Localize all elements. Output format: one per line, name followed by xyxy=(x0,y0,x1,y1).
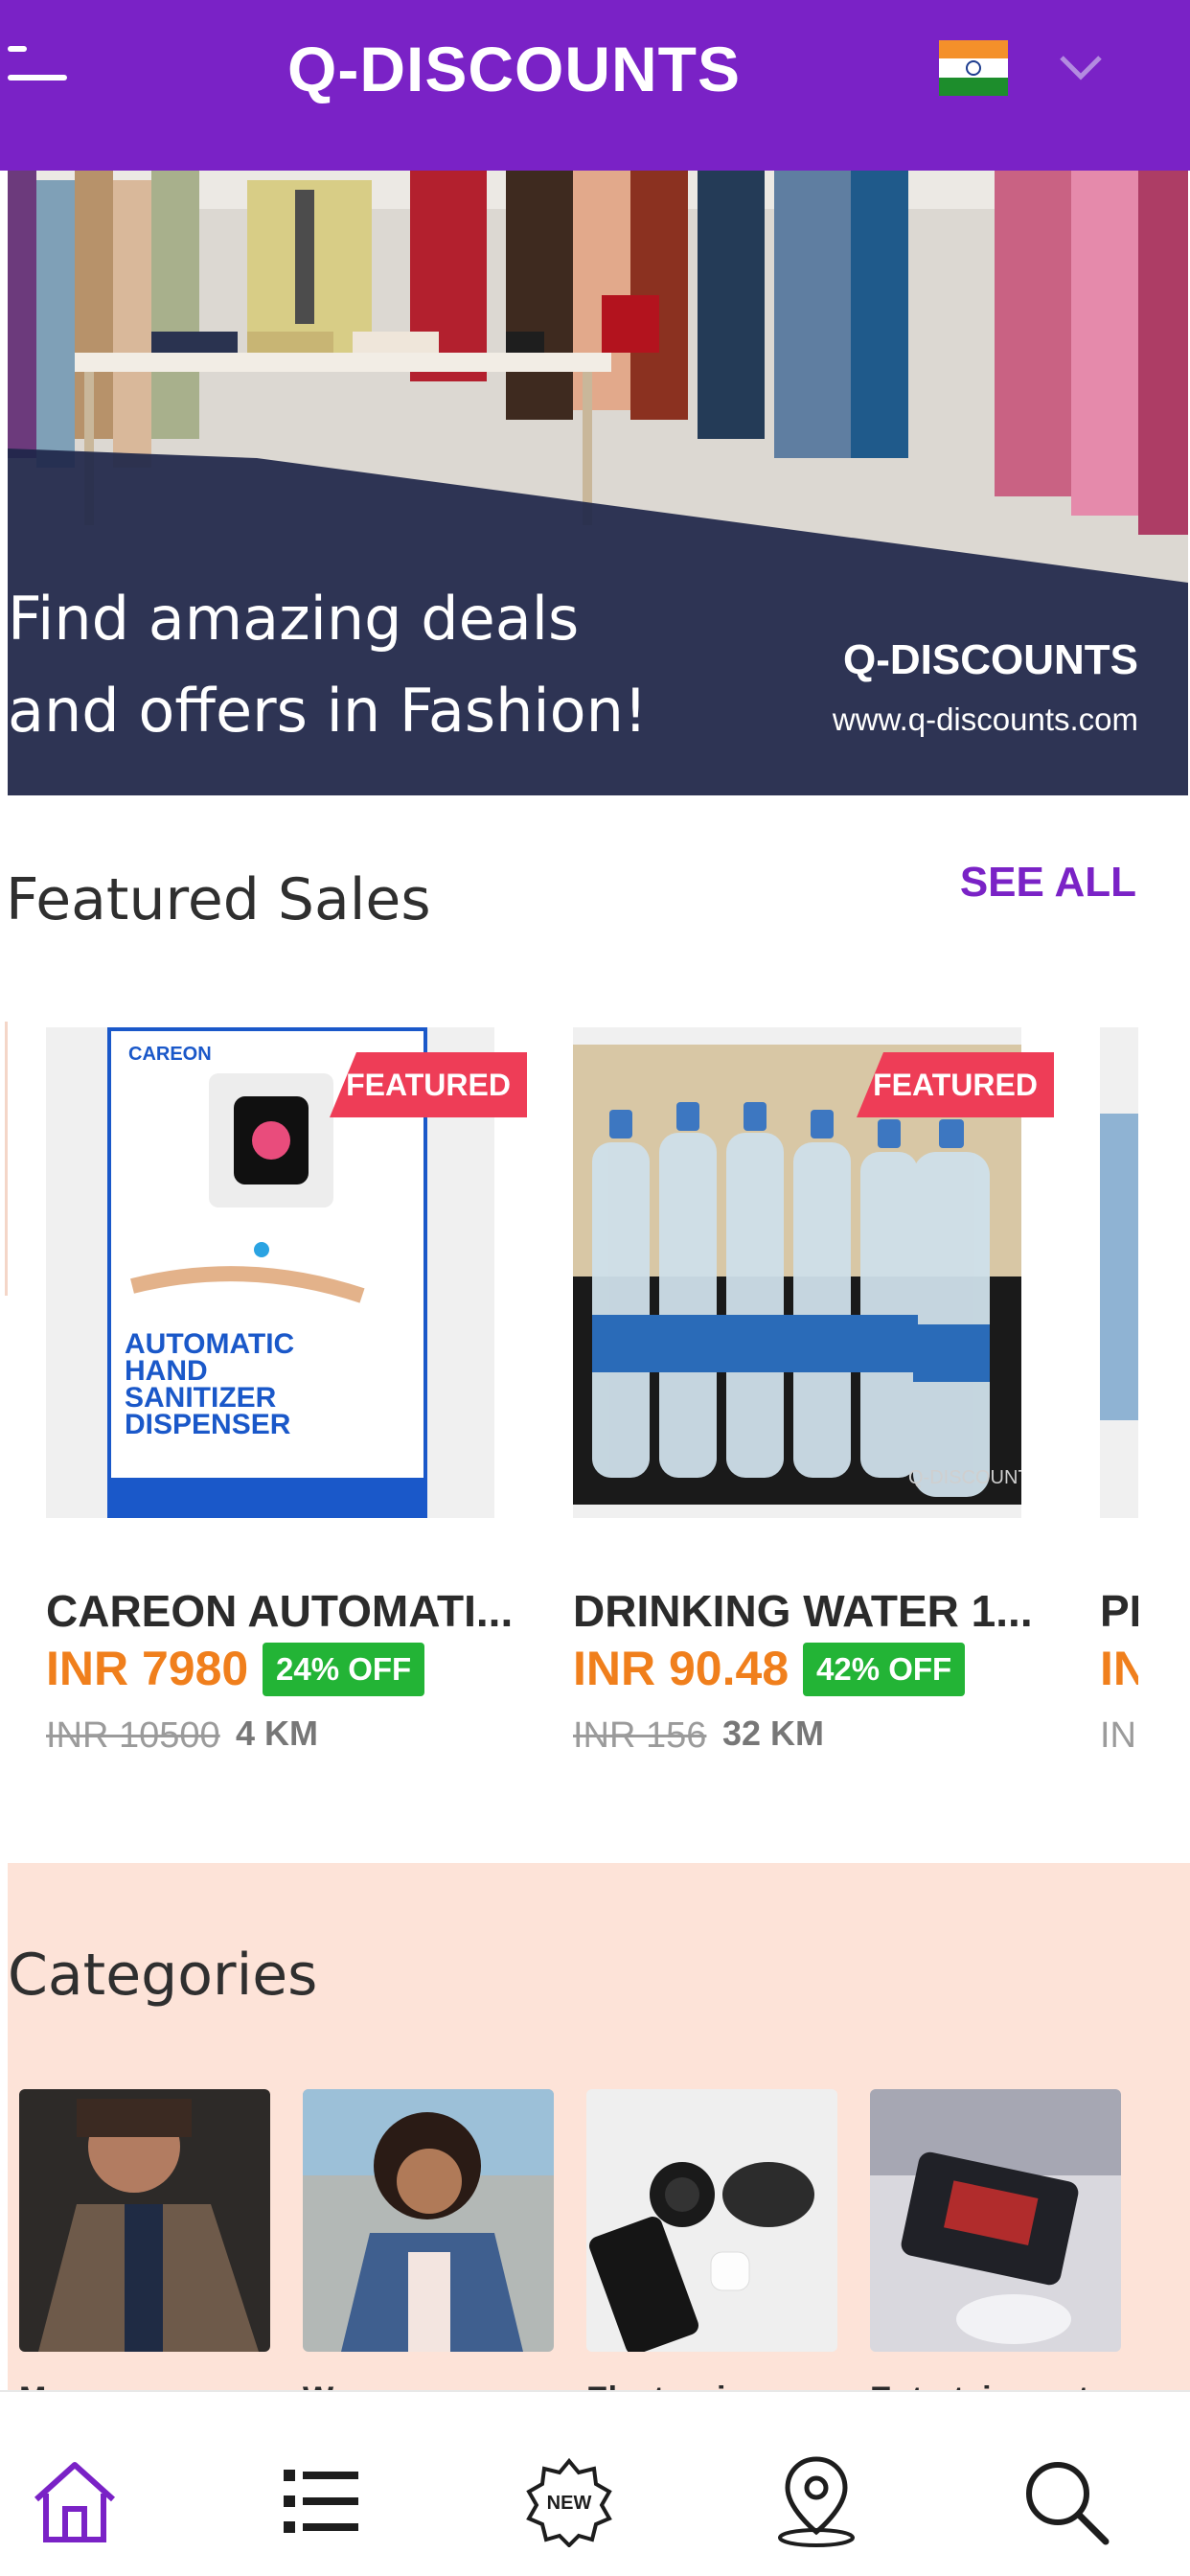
previous-card-edge xyxy=(0,1022,8,1296)
product-title[interactable]: DRINKING WATER 1... xyxy=(573,1585,1071,1637)
distance-label: 32 KM xyxy=(722,1714,825,1753)
product-price: INR 90.48 xyxy=(573,1642,790,1695)
image-watermark: Q-DISCOUNTS xyxy=(908,1467,1021,1488)
bottom-navigation: NEW xyxy=(0,2390,1190,2576)
chevron-down-icon[interactable] xyxy=(1054,48,1108,86)
see-all-button[interactable]: SEE ALL xyxy=(960,859,1136,907)
nav-new[interactable]: NEW xyxy=(521,2453,617,2549)
app-logo: Q-DISCOUNTS xyxy=(287,34,741,104)
menu-icon[interactable] xyxy=(8,46,75,84)
new-badge-icon: NEW xyxy=(526,2457,612,2547)
banner-headline: Find amazing deals and offers in Fashion… xyxy=(8,573,648,757)
top-app-bar: Q-DISCOUNTS xyxy=(0,0,1190,171)
product-title[interactable]: CAREON AUTOMATI... xyxy=(46,1585,544,1637)
nav-search[interactable] xyxy=(1018,2453,1113,2549)
nav-home[interactable] xyxy=(27,2453,123,2549)
nav-list[interactable] xyxy=(274,2453,370,2549)
new-badge-text: NEW xyxy=(547,2493,592,2514)
india-flag-icon[interactable] xyxy=(939,40,1008,96)
featured-sales-title: Featured Sales xyxy=(6,866,431,933)
discount-badge: 24% OFF xyxy=(263,1643,425,1696)
category-entertainment[interactable] xyxy=(870,2089,1121,2352)
app-screen: Q-DISCOUNTS Find amazing deals and offer… xyxy=(0,0,1190,2576)
clothes-left xyxy=(8,171,199,468)
list-icon xyxy=(284,2470,358,2533)
product-image xyxy=(1100,1027,1138,1518)
featured-badge: FEATURED xyxy=(857,1052,1054,1117)
distance-label: 4 KM xyxy=(236,1714,319,1753)
product-title: PI xyxy=(1100,1586,1138,1636)
discount-badge: 42% OFF xyxy=(803,1643,966,1696)
search-icon xyxy=(1026,2462,1110,2545)
banner-headline-line1: Find amazing deals xyxy=(8,584,580,654)
promo-banner[interactable]: Find amazing deals and offers in Fashion… xyxy=(8,171,1188,795)
banner-brand: Q-DISCOUNTS xyxy=(843,636,1138,683)
location-pin-icon xyxy=(778,2456,855,2547)
original-price: INR 10500 xyxy=(46,1715,220,1756)
category-women[interactable] xyxy=(303,2089,554,2352)
banner-url: www.q-discounts.com xyxy=(832,702,1138,737)
category-electronics[interactable] xyxy=(586,2089,837,2352)
careon-brand: CAREON xyxy=(128,1044,212,1065)
featured-badge: FEATURED xyxy=(330,1052,527,1117)
banner-headline-line2: and offers in Fashion! xyxy=(8,676,648,746)
product-price: INR 7980 xyxy=(46,1642,249,1695)
image-line-4: DISPENSER xyxy=(125,1409,291,1440)
original-price: IN xyxy=(1100,1715,1136,1756)
original-price: INR 156 xyxy=(573,1715,707,1756)
nav-location[interactable] xyxy=(768,2453,864,2549)
categories-title: Categories xyxy=(8,1942,318,2009)
product-price: IN xyxy=(1100,1642,1138,1695)
categories-section: Categories xyxy=(8,1863,1190,2417)
product-card-partial[interactable]: PI IN IN xyxy=(1100,1027,1138,1756)
home-icon xyxy=(34,2462,116,2542)
category-men[interactable] xyxy=(19,2089,270,2352)
